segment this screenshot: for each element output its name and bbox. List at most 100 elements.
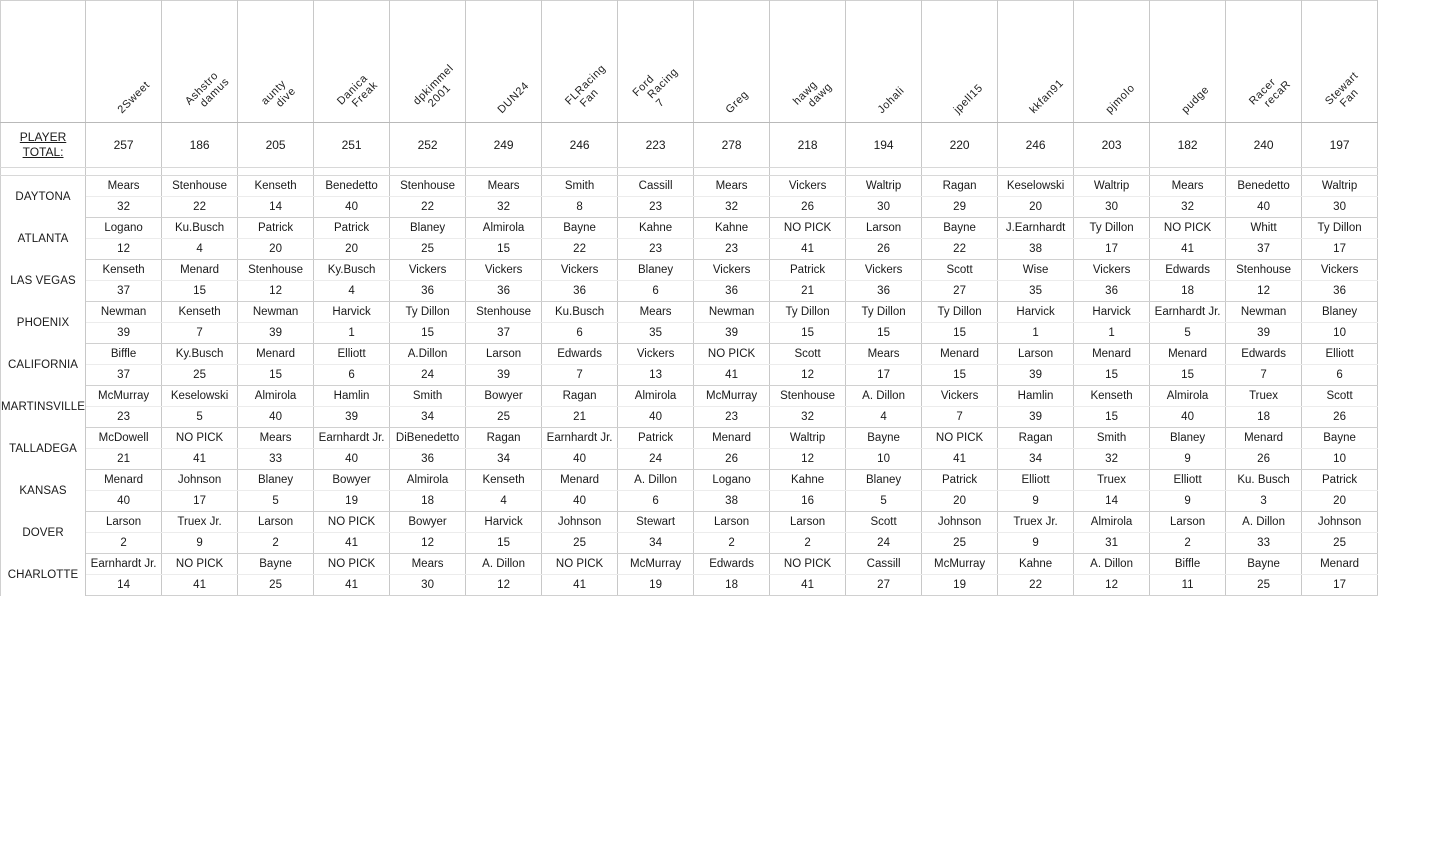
pick-cell[interactable]: NO PICK [1149, 217, 1227, 239]
pick-cell[interactable]: Edwards [1149, 259, 1227, 281]
points-cell[interactable]: 25 [465, 406, 543, 428]
pick-cell[interactable]: Cassill [617, 175, 695, 197]
pick-cell[interactable]: Mears [237, 427, 315, 449]
pick-cell[interactable]: Menard [541, 469, 619, 491]
pick-cell[interactable]: Stenhouse [1225, 259, 1303, 281]
points-cell[interactable]: 33 [237, 448, 315, 470]
pick-cell[interactable]: Blaney [617, 259, 695, 281]
points-cell[interactable]: 38 [997, 238, 1075, 260]
pick-cell[interactable]: Smith [1073, 427, 1151, 449]
pick-cell[interactable]: Kenseth [465, 469, 543, 491]
points-cell[interactable]: 32 [693, 196, 771, 218]
pick-cell[interactable]: Mears [1149, 175, 1227, 197]
points-cell[interactable]: 30 [1301, 196, 1379, 218]
points-cell[interactable]: 15 [237, 364, 315, 386]
points-cell[interactable]: 34 [997, 448, 1075, 470]
points-cell[interactable]: 34 [389, 406, 467, 428]
pick-cell[interactable]: Newman [1225, 301, 1303, 323]
pick-cell[interactable]: A. Dillon [1073, 553, 1151, 575]
points-cell[interactable]: 33 [1225, 532, 1303, 554]
points-cell[interactable]: 2 [85, 532, 163, 554]
points-cell[interactable]: 25 [161, 364, 239, 386]
points-cell[interactable]: 40 [617, 406, 695, 428]
pick-cell[interactable]: Truex [1073, 469, 1151, 491]
points-cell[interactable]: 15 [1073, 406, 1151, 428]
player-header-pudge[interactable]: pudge [1149, 0, 1227, 123]
pick-cell[interactable]: NO PICK [161, 427, 239, 449]
pick-cell[interactable]: Ku.Busch [541, 301, 619, 323]
points-cell[interactable]: 9 [1149, 490, 1227, 512]
pick-cell[interactable]: Waltrip [769, 427, 847, 449]
pick-cell[interactable]: A. Dillon [617, 469, 695, 491]
points-cell[interactable]: 39 [237, 322, 315, 344]
pick-cell[interactable]: Harvick [997, 301, 1075, 323]
points-cell[interactable]: 40 [237, 406, 315, 428]
points-cell[interactable]: 5 [845, 490, 923, 512]
pick-cell[interactable]: Stenhouse [161, 175, 239, 197]
pick-cell[interactable]: Truex Jr. [997, 511, 1075, 533]
points-cell[interactable]: 9 [997, 490, 1075, 512]
points-cell[interactable]: 32 [465, 196, 543, 218]
pick-cell[interactable]: Stenhouse [237, 259, 315, 281]
points-cell[interactable]: 20 [1301, 490, 1379, 512]
points-cell[interactable]: 41 [693, 364, 771, 386]
pick-cell[interactable]: Blaney [845, 469, 923, 491]
pick-cell[interactable]: Almirola [617, 385, 695, 407]
points-cell[interactable]: 40 [1225, 196, 1303, 218]
pick-cell[interactable]: Edwards [693, 553, 771, 575]
pick-cell[interactable]: McMurray [921, 553, 999, 575]
points-cell[interactable]: 15 [921, 364, 999, 386]
pick-cell[interactable]: Ty Dillon [389, 301, 467, 323]
points-cell[interactable]: 22 [161, 196, 239, 218]
pick-cell[interactable]: Newman [85, 301, 163, 323]
pick-cell[interactable]: Larson [1149, 511, 1227, 533]
points-cell[interactable]: 40 [1149, 406, 1227, 428]
pick-cell[interactable]: Ty Dillon [1301, 217, 1379, 239]
pick-cell[interactable]: Johnson [541, 511, 619, 533]
points-cell[interactable]: 25 [1225, 574, 1303, 596]
points-cell[interactable]: 5 [237, 490, 315, 512]
points-cell[interactable]: 22 [389, 196, 467, 218]
points-cell[interactable]: 39 [465, 364, 543, 386]
pick-cell[interactable]: Whitt [1225, 217, 1303, 239]
points-cell[interactable]: 39 [997, 364, 1075, 386]
pick-cell[interactable]: Ku.Busch [161, 217, 239, 239]
points-cell[interactable]: 6 [617, 490, 695, 512]
points-cell[interactable]: 24 [845, 532, 923, 554]
points-cell[interactable]: 18 [1149, 280, 1227, 302]
points-cell[interactable]: 22 [997, 574, 1075, 596]
pick-cell[interactable]: Stenhouse [389, 175, 467, 197]
points-cell[interactable]: 15 [921, 322, 999, 344]
pick-cell[interactable]: Earnhardt Jr. [1149, 301, 1227, 323]
points-cell[interactable]: 41 [161, 574, 239, 596]
player-header-racer-recar[interactable]: Racer recaR [1225, 0, 1303, 123]
points-cell[interactable]: 25 [541, 532, 619, 554]
points-cell[interactable]: 15 [845, 322, 923, 344]
points-cell[interactable]: 10 [845, 448, 923, 470]
pick-cell[interactable]: Vickers [693, 259, 771, 281]
points-cell[interactable]: 5 [1149, 322, 1227, 344]
pick-cell[interactable]: Biffle [1149, 553, 1227, 575]
pick-cell[interactable]: Johnson [921, 511, 999, 533]
pick-cell[interactable]: Ky.Busch [161, 343, 239, 365]
points-cell[interactable]: 23 [693, 406, 771, 428]
pick-cell[interactable]: Biffle [85, 343, 163, 365]
player-header-ashstrodamus[interactable]: Ashstro damus [161, 0, 239, 123]
points-cell[interactable]: 41 [921, 448, 999, 470]
pick-cell[interactable]: Patrick [237, 217, 315, 239]
pick-cell[interactable]: Hamlin [997, 385, 1075, 407]
points-cell[interactable]: 8 [541, 196, 619, 218]
points-cell[interactable]: 18 [693, 574, 771, 596]
points-cell[interactable]: 15 [1149, 364, 1227, 386]
points-cell[interactable]: 37 [1225, 238, 1303, 260]
points-cell[interactable]: 17 [1301, 238, 1379, 260]
points-cell[interactable]: 26 [693, 448, 771, 470]
points-cell[interactable]: 19 [921, 574, 999, 596]
points-cell[interactable]: 25 [1301, 532, 1379, 554]
pick-cell[interactable]: Logano [85, 217, 163, 239]
pick-cell[interactable]: Almirola [389, 469, 467, 491]
points-cell[interactable]: 36 [1073, 280, 1151, 302]
points-cell[interactable]: 20 [997, 196, 1075, 218]
points-cell[interactable]: 14 [237, 196, 315, 218]
points-cell[interactable]: 26 [1301, 406, 1379, 428]
